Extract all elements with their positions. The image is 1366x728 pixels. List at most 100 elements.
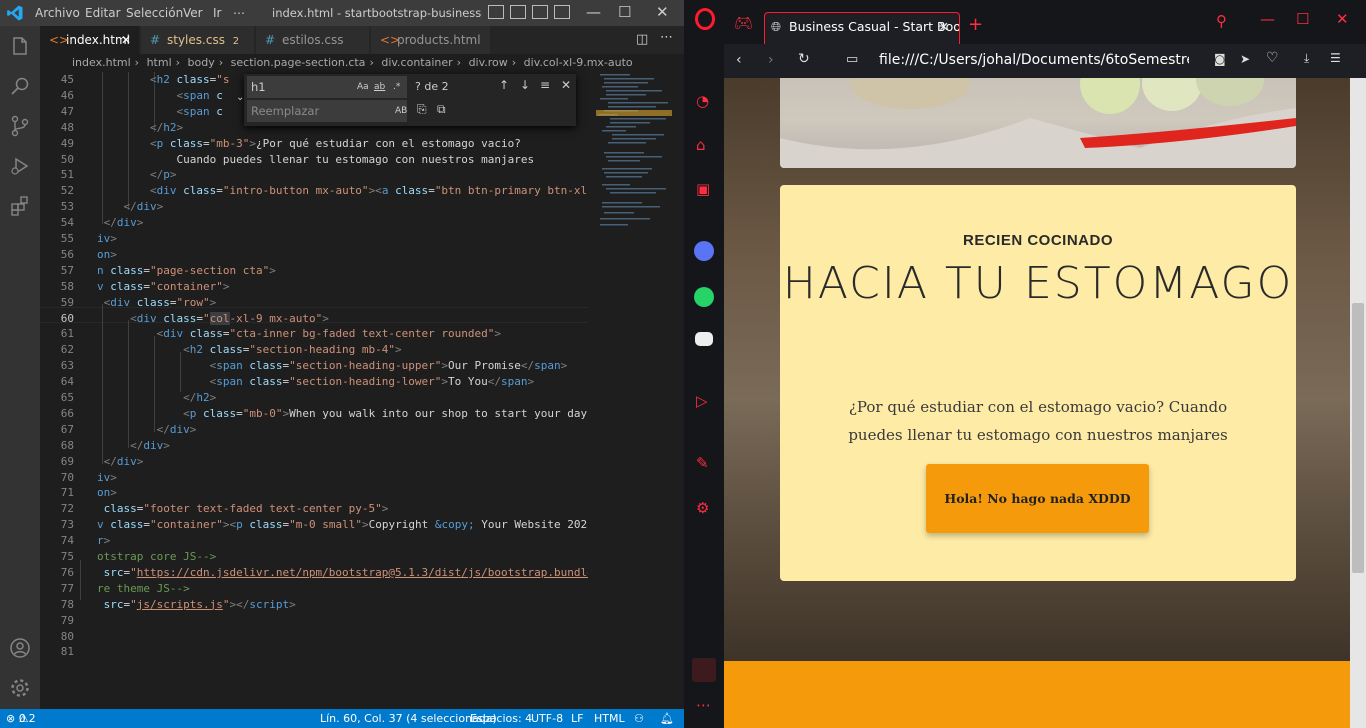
close-find-icon[interactable]: ✕ (561, 78, 571, 92)
explorer-icon[interactable] (8, 34, 32, 58)
scrollbar-thumb[interactable] (1352, 303, 1364, 573)
code-line: Cuando puedes llenar tu estomago con nue… (97, 152, 535, 166)
menu-ir[interactable]: Ir (213, 6, 221, 20)
error-count: 0 (18, 712, 26, 725)
back-icon[interactable]: ‹ (736, 52, 742, 68)
toggle-replace-icon[interactable]: ⌄ (236, 92, 244, 103)
settings-gear-icon[interactable] (8, 676, 32, 700)
page-scrollbar[interactable] (1350, 78, 1366, 728)
snapshot-icon[interactable]: ◙ (1214, 52, 1226, 66)
discord-icon[interactable] (695, 332, 713, 346)
end-of-line[interactable]: LF (571, 709, 583, 728)
easy-setup-icon[interactable] (692, 658, 716, 682)
tab-styles-css[interactable]: # styles.css 2 (141, 26, 255, 54)
file-page-icon[interactable]: ▭ (846, 52, 858, 67)
bookmark-heart-icon[interactable]: ♡ (1266, 50, 1279, 66)
primary-button[interactable]: Hola! No hago nada XDDD (926, 464, 1149, 533)
browser-tab-active[interactable]: 🌐︎ Business Casual - Start Boo ✕ (764, 12, 960, 44)
menu-ver[interactable]: Ver (183, 6, 203, 20)
code-line: <div class="cta-inner bg-faded text-cent… (156, 327, 502, 341)
breadcrumb-item[interactable]: div.col-xl-9.mx-auto (524, 56, 633, 69)
toggle-secondary-sidebar-icon[interactable] (532, 5, 548, 19)
problems-status[interactable]: ⊗ 0 ⚠ 2 (6, 709, 36, 728)
toggle-panel-icon[interactable] (510, 5, 526, 19)
breadcrumb-item[interactable]: index.html (72, 56, 131, 69)
tab-estilos-css[interactable]: # estilos.css (256, 26, 370, 54)
breadcrumb-item[interactable]: section.page-section.cta (231, 56, 366, 69)
maximize-icon[interactable]: ☐ (618, 3, 631, 21)
previous-match-icon[interactable]: ↑ (499, 78, 509, 92)
minimap[interactable] (596, 72, 672, 709)
speed-dial-icon[interactable]: ◔ (696, 92, 709, 110)
breadcrumb-item[interactable]: div.container (381, 56, 452, 69)
search-tabs-icon[interactable]: ⚲ (1216, 12, 1227, 30)
notifications-bell-icon[interactable]: 🔔︎ (660, 709, 674, 728)
orange-section (724, 661, 1350, 728)
source-control-icon[interactable] (8, 114, 32, 138)
find-in-selection-icon[interactable]: ≡ (540, 78, 550, 92)
indentation[interactable]: Espacios: 4 (470, 709, 532, 728)
downloads-icon[interactable]: ⤓ (1304, 51, 1309, 66)
briefcase-icon[interactable]: ⌂ (696, 136, 706, 154)
messenger-icon[interactable] (694, 241, 714, 261)
reload-icon[interactable]: ↻ (798, 51, 810, 67)
breadcrumb-item[interactable]: html (147, 56, 172, 69)
maximize-icon[interactable]: ☐ (1296, 10, 1309, 28)
more-actions-icon[interactable]: ⋯ (660, 30, 673, 45)
minimize-icon[interactable]: — (1260, 10, 1275, 28)
pinboard-icon[interactable]: ✎ (696, 454, 709, 472)
url-field[interactable]: file:///C:/Users/johal/Documents/6toSeme… (879, 52, 1189, 68)
opera-logo-icon[interactable] (694, 8, 716, 30)
close-window-icon[interactable]: ✕ (656, 3, 669, 21)
breadcrumb-item[interactable]: body (188, 56, 215, 69)
line-number: 79 (60, 613, 74, 627)
encoding[interactable]: UTF-8 (531, 709, 563, 728)
toggle-primary-sidebar-icon[interactable] (488, 5, 504, 19)
settings-gear-icon[interactable]: ⚙ (696, 499, 709, 517)
minimize-icon[interactable]: — (586, 3, 601, 21)
twitch-icon[interactable]: ▣ (696, 180, 710, 198)
whatsapp-icon[interactable] (694, 287, 714, 307)
forward-icon[interactable]: › (768, 52, 774, 68)
breadcrumb-item[interactable]: div.row (469, 56, 508, 69)
menu-archivo[interactable]: Archivo (35, 6, 80, 20)
player-icon[interactable]: ▷ (696, 392, 708, 410)
send-icon[interactable]: ➤ (1240, 52, 1250, 66)
menu-seleccion[interactable]: Selección (126, 6, 183, 20)
sidebar-more-icon[interactable]: ⋯ (696, 696, 711, 714)
language-mode[interactable]: HTML (594, 709, 625, 728)
menu-editar[interactable]: Editar (85, 6, 121, 20)
editor-scrollbar[interactable] (672, 72, 684, 709)
customize-layout-icon[interactable] (554, 5, 570, 19)
run-debug-icon[interactable] (8, 154, 32, 178)
preserve-case-icon[interactable]: AB (395, 106, 407, 116)
split-editor-icon[interactable]: ◫ (636, 32, 648, 47)
replace-input[interactable]: Reemplazar (247, 100, 407, 122)
close-tab-icon[interactable]: ✕ (121, 26, 131, 54)
search-icon[interactable] (8, 74, 32, 98)
feedback-icon[interactable]: ⚇ (634, 709, 644, 728)
match-case-icon[interactable]: Aa (357, 82, 369, 92)
regex-icon[interactable]: .* (393, 82, 400, 92)
line-number: 73 (60, 518, 74, 532)
whole-word-icon[interactable]: ab (374, 82, 385, 92)
tab-index-html[interactable]: <> index.html ✕ (40, 26, 140, 54)
next-match-icon[interactable]: ↓ (520, 78, 530, 92)
easy-setup-menu-icon[interactable]: ☰ (1330, 51, 1341, 65)
problems-badge: 2 (232, 36, 240, 47)
gamepad-icon[interactable]: 🎮︎ (734, 14, 753, 32)
account-icon[interactable] (8, 636, 32, 660)
menu-more[interactable]: ⋯ (233, 6, 245, 20)
close-window-icon[interactable]: ✕ (1336, 10, 1349, 28)
code-line: otstrap core JS--> (97, 550, 217, 563)
new-tab-icon[interactable]: + (968, 14, 983, 35)
opera-browser-window: 🎮︎ 🌐︎ Business Casual - Start Boo ✕ + ⚲ … (684, 0, 1366, 728)
tab-products-html[interactable]: <> products.html (371, 26, 491, 54)
close-tab-icon[interactable]: ✕ (939, 13, 949, 41)
extensions-icon[interactable] (8, 194, 32, 218)
replace-icon[interactable]: ⎘ (417, 102, 427, 117)
replace-all-icon[interactable]: ⧉ (437, 102, 446, 117)
line-number: 76 (60, 565, 74, 579)
cta-card: RECIEN COCINADO HACIA TU ESTOMAGO ¿Por q… (780, 185, 1296, 581)
code-editor[interactable]: 45 46 47 48 49 50 51 52 53 54 55 56 57 58 59 60 61 62 63 64… (40, 72, 588, 709)
